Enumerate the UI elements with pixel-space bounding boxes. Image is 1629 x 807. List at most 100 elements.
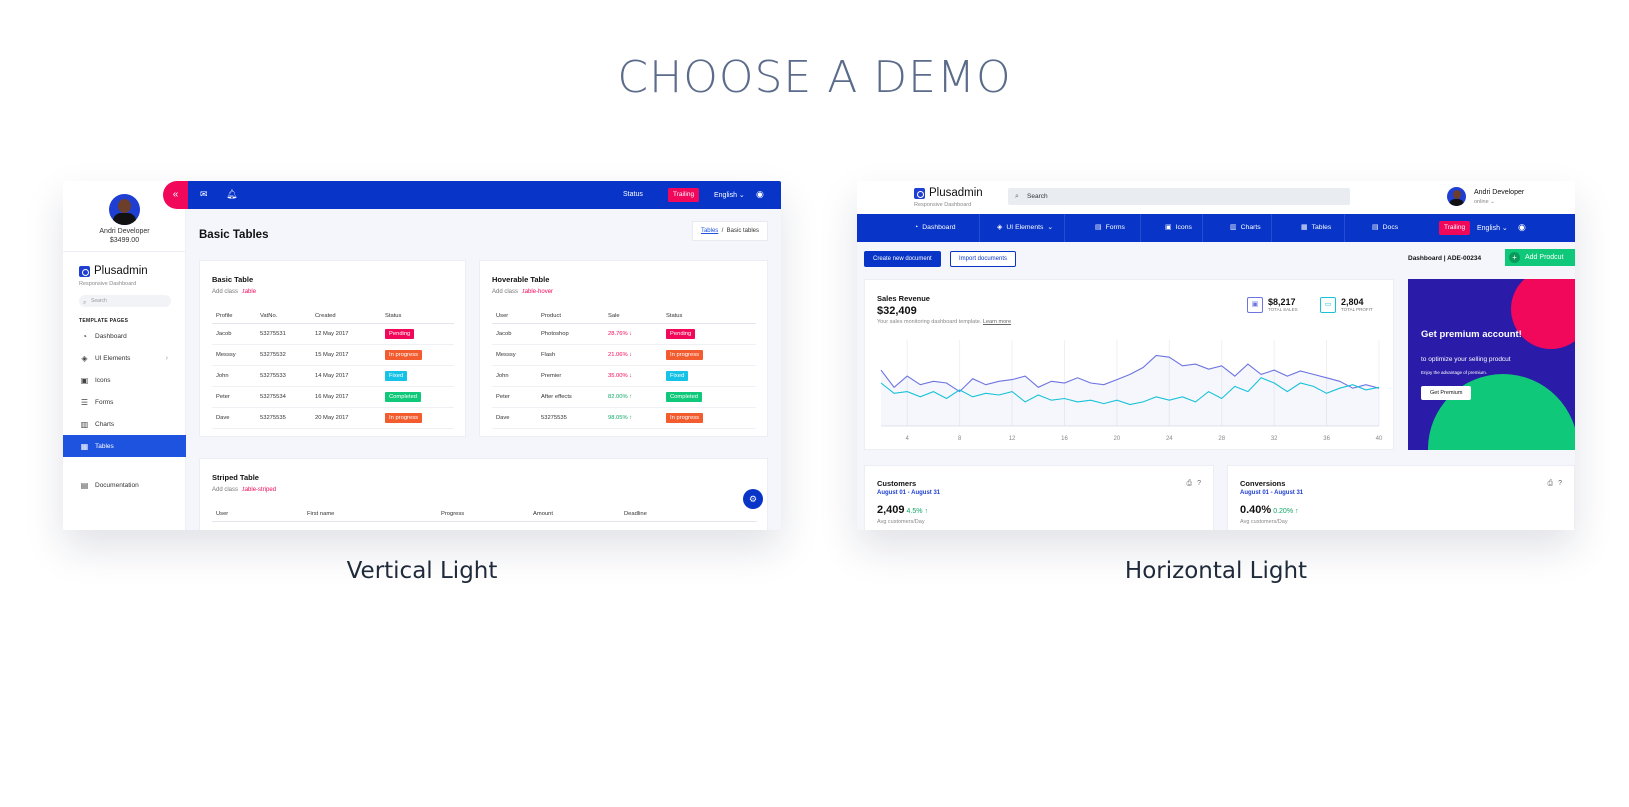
section-label: TEMPLATE PAGES [79, 318, 129, 324]
breadcrumb: Dashboard | ADE-00234 [1408, 255, 1482, 262]
card-subtitle: Add class .table [212, 289, 257, 295]
language-select[interactable]: English ⌄ [714, 191, 745, 199]
status-badge: Pending [666, 328, 696, 339]
status-badge: In progress [666, 349, 703, 360]
sidebar-item-documentation[interactable]: ▤ Documentation [63, 474, 186, 496]
status-badge: In progress [385, 412, 422, 423]
chevron-down-icon: ⌄ [1047, 224, 1054, 231]
trailing-badge[interactable]: Trailing [668, 188, 700, 202]
promo-title: Get premium account! [1421, 329, 1522, 340]
help-icon[interactable]: ? [1197, 480, 1201, 488]
print-icon[interactable]: ⎙ [1186, 480, 1192, 488]
demo-vertical-light[interactable]: Andri Developer $3499.00 Plusadmin Respo… [63, 181, 781, 530]
card-title: Conversions [1240, 479, 1286, 488]
search-input[interactable]: ⌕ Search [79, 295, 171, 307]
logo: Plusadmin [914, 187, 983, 199]
gear-icon: ⚙ [748, 494, 758, 504]
globe-icon[interactable]: ◉ [1518, 222, 1526, 233]
card-title: Striped Table [212, 473, 259, 482]
logo-icon [914, 187, 925, 199]
plus-icon: + [1509, 252, 1520, 263]
card-subtitle: Avg customers/Day [1240, 519, 1288, 525]
breadcrumb-link[interactable]: Tables [701, 228, 718, 234]
card-title: Hoverable Table [492, 275, 550, 284]
globe-icon[interactable]: ◉ [756, 189, 764, 200]
card-title: Sales Revenue [877, 294, 930, 303]
table-row[interactable]: John Premier 35.00% ↓ Fixed [492, 365, 756, 387]
trailing-badge[interactable]: Trailing [1439, 221, 1471, 235]
x-tick-label: 16 [1061, 436, 1068, 442]
cash-icon: ▭ [1320, 297, 1336, 313]
basic-table: Profile VatNo. Created Status Jacob 53275… [212, 309, 454, 429]
demo-caption-vertical-light[interactable]: Vertical Light [63, 558, 781, 584]
language-select[interactable]: English ⌄ [1477, 224, 1508, 232]
create-document-button[interactable]: Create new document [864, 251, 941, 267]
user-balance: $3499.00 [109, 237, 140, 244]
bar-chart-icon: ▥ [1230, 224, 1237, 231]
status-badge: Completed [666, 391, 703, 402]
sales-revenue-card: Sales Revenue $32,409 Your sales monitor… [864, 279, 1394, 450]
nav-item-forms[interactable]: ▤ Forms [1095, 214, 1125, 242]
sidebar-item-ui-elements[interactable]: ◈ UI Elements › [63, 347, 186, 369]
search-input[interactable]: ⌕ Search [1008, 188, 1350, 205]
dashboard-icon: ◔ [82, 331, 87, 341]
wallet-icon: ▣ [1247, 297, 1263, 313]
nav-item-docs[interactable]: ▤ Docs [1372, 214, 1398, 242]
list-icon: ☰ [80, 397, 89, 407]
hoverable-table-card: Hoverable Table Add class .table-hover U… [479, 260, 768, 437]
forms-icon: ▤ [1095, 224, 1102, 231]
status-badge: Completed [385, 391, 422, 402]
table-row[interactable]: Messsy Flash 21.06% ↓ In progress [492, 344, 756, 366]
mail-icon[interactable]: ✉ [200, 189, 208, 200]
status-badge: Pending [385, 328, 415, 339]
sales-value: $32,409 [877, 305, 917, 317]
card-subtitle: Add class .table-hover [492, 289, 554, 295]
table-icon: ▦ [80, 441, 89, 451]
sidebar-item-tables[interactable]: ▦ Tables [63, 435, 186, 457]
user-name[interactable]: Andri Developer [1474, 189, 1524, 196]
sidebar-item-icons[interactable]: ▣ Icons [63, 369, 186, 391]
tagline: Responsive Dashboard [914, 202, 972, 208]
sales-line-chart: 4 8 12 16 20 24 28 32 36 40 [880, 340, 1383, 442]
nav-item-tables[interactable]: ▦ Tables [1301, 214, 1331, 242]
table-row[interactable]: Dave 53275535 98.05% ↑ In progress [492, 407, 756, 429]
demo-caption-horizontal-light[interactable]: Horizontal Light [857, 558, 1575, 584]
diamond-icon: ◈ [81, 353, 88, 363]
import-documents-button[interactable]: Import documents [950, 251, 1017, 267]
collapse-sidebar-button[interactable]: « [163, 181, 188, 209]
icons-icon: ▣ [1165, 224, 1172, 231]
nav-item-dashboard[interactable]: ◔ Dashboard [914, 214, 956, 242]
bar-chart-icon: ▥ [80, 419, 89, 429]
learn-more-link[interactable]: Learn more [983, 319, 1011, 325]
header: Plusadmin Responsive Dashboard ⌕ Search A… [857, 181, 1575, 214]
nav-item-ui-elements[interactable]: ◈ UI Elements ⌄ [997, 214, 1053, 242]
sidebar-menu: ◔ Dashboard ◈ UI Elements › ▣ Icons ☰ Forms ▥… [63, 325, 186, 457]
table-row[interactable]: Peter After effects 82.00% ↑ Completed [492, 386, 756, 408]
sidebar-item-charts[interactable]: ▥ Charts [63, 413, 186, 435]
add-product-button[interactable]: + Add Prodcut [1505, 249, 1575, 266]
print-icon[interactable]: ⎙ [1547, 480, 1553, 488]
logo: Plusadmin [79, 265, 148, 277]
status-link[interactable]: Status [623, 191, 643, 198]
customers-value: 2,409 4.5% ↑ [877, 504, 928, 516]
demo-horizontal-light[interactable]: Plusadmin Responsive Dashboard ⌕ Search A… [857, 181, 1575, 530]
settings-fab[interactable]: ⚙ [743, 489, 763, 509]
diamond-icon: ◈ [997, 224, 1003, 231]
table-row[interactable]: Jacob Photoshop 28.76% ↓ Pending [492, 323, 756, 345]
x-tick-label: 24 [1166, 436, 1173, 442]
nav-item-icons[interactable]: ▣ Icons [1165, 214, 1192, 242]
sidebar-item-dashboard[interactable]: ◔ Dashboard [63, 325, 186, 347]
bell-icon[interactable]: 🔔︎ [226, 189, 237, 200]
chevron-right-icon: › [165, 354, 168, 362]
x-tick-label: 20 [1114, 436, 1121, 442]
help-icon[interactable]: ? [1558, 480, 1562, 488]
divider [63, 251, 186, 252]
card-subtitle: Avg customers/Day [877, 519, 925, 525]
nav-item-charts[interactable]: ▥ Charts [1230, 214, 1261, 242]
tagline: Responsive Dashboard [79, 281, 137, 287]
breadcrumb: Tables / Basic tables [691, 221, 768, 241]
avatar[interactable] [1447, 187, 1466, 206]
sidebar-item-forms[interactable]: ☰ Forms [63, 391, 186, 413]
card-title: Customers [877, 479, 917, 488]
get-premium-button[interactable]: Get Premium [1421, 386, 1472, 400]
